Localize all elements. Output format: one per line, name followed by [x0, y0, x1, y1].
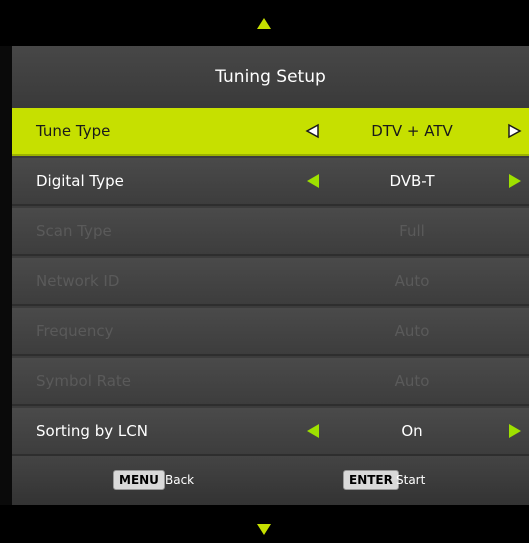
- footer-hints: MENU Back ENTER Start: [12, 456, 529, 505]
- menu-row-frequency: Frequency Auto: [12, 308, 529, 356]
- menu-row-value: DVB-T: [389, 172, 435, 190]
- tv-menu-screen: Tuning Setup Tune Type DTV + ATV Digital…: [0, 0, 529, 543]
- menu-row-value: On: [401, 422, 423, 440]
- menu-row-network-id: Network ID Auto: [12, 258, 529, 306]
- enter-key-icon[interactable]: ENTER: [343, 470, 399, 490]
- page-title: Tuning Setup: [12, 46, 529, 108]
- menu-row-label: Scan Type: [36, 222, 112, 240]
- menu-row-value: Full: [399, 222, 425, 240]
- menu-row-value: DTV + ATV: [371, 122, 453, 140]
- menu-row-label: Network ID: [36, 272, 120, 290]
- menu-row-scan-type: Scan Type Full: [12, 208, 529, 256]
- tuning-setup-panel: Tuning Setup Tune Type DTV + ATV Digital…: [12, 46, 529, 505]
- menu-row-label: Digital Type: [36, 172, 124, 190]
- menu-row-sorting-by-lcn[interactable]: Sorting by LCN On: [12, 408, 529, 456]
- back-hint-label: Back: [165, 473, 195, 487]
- menu-row-symbol-rate: Symbol Rate Auto: [12, 358, 529, 406]
- scroll-up-icon[interactable]: [257, 18, 271, 29]
- triangle-left-icon[interactable]: [305, 123, 321, 139]
- menu-row-value: Auto: [394, 322, 430, 340]
- triangle-left-icon[interactable]: [307, 424, 319, 438]
- start-hint-label: Start: [396, 473, 426, 487]
- triangle-left-icon[interactable]: [307, 174, 319, 188]
- menu-row-digital-type[interactable]: Digital Type DVB-T: [12, 158, 529, 206]
- menu-row-value: Auto: [394, 272, 430, 290]
- menu-row-value: Auto: [394, 372, 430, 390]
- triangle-right-icon[interactable]: [509, 424, 521, 438]
- scroll-down-icon[interactable]: [257, 524, 271, 535]
- triangle-right-icon[interactable]: [509, 174, 521, 188]
- menu-key-icon[interactable]: MENU: [113, 470, 165, 490]
- menu-row-label: Sorting by LCN: [36, 422, 148, 440]
- menu-row-label: Frequency: [36, 322, 114, 340]
- menu-row-tune-type[interactable]: Tune Type DTV + ATV: [12, 108, 529, 156]
- menu-row-label: Tune Type: [36, 122, 111, 140]
- triangle-right-icon[interactable]: [506, 123, 522, 139]
- menu-row-label: Symbol Rate: [36, 372, 132, 390]
